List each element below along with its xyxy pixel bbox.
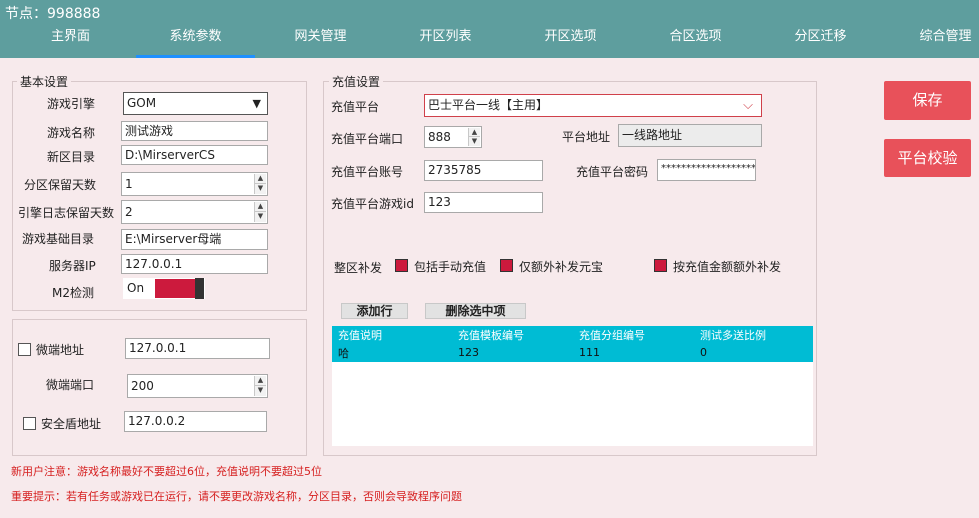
log-days-value: 2 (125, 205, 133, 219)
spin-down-icon[interactable]: ▼ (469, 137, 480, 146)
tab-general[interactable]: 综合管理 (883, 24, 979, 58)
table-header-row: 充值说明 充值模板编号 充值分组编号 测试多送比例 (332, 326, 813, 343)
add-row-button[interactable]: 添加行 (341, 303, 408, 319)
password-label: 充值平台密码 (576, 165, 649, 179)
amount-extra-checkbox[interactable] (654, 259, 667, 272)
basic-settings-panel (12, 81, 307, 311)
column-header[interactable]: 充值说明 (332, 326, 452, 343)
tab-main[interactable]: 主界面 (8, 24, 133, 58)
tab-system-params[interactable]: 系统参数 (133, 24, 258, 58)
amount-extra-label: 按充值金额额外补发 (673, 260, 782, 274)
keep-days-spinner[interactable]: ▲ ▼ (254, 174, 266, 194)
platform-addr-field[interactable]: 一线路地址 (618, 124, 762, 147)
tab-merge-options[interactable]: 合区选项 (633, 24, 758, 58)
micro-addr-checkbox[interactable] (18, 343, 31, 356)
table-cell[interactable]: 0 (694, 343, 813, 362)
chevron-down-icon: ▼ (252, 97, 261, 110)
new-user-note: 新用户注意：游戏名称最好不要超过6位，充值说明不要超过5位 (11, 465, 322, 478)
toggle-knob[interactable] (195, 278, 204, 299)
table-cell[interactable]: 哈 (332, 343, 452, 362)
micro-addr-label: 微端地址 (36, 343, 85, 357)
spin-up-icon[interactable]: ▲ (469, 128, 480, 137)
table-cell[interactable]: 123 (452, 343, 573, 362)
node-label: 节点：998888 (5, 6, 101, 22)
title-bar: 节点：998888 主界面 系统参数 网关管理 开区列表 开区选项 合区选项 分… (0, 0, 979, 58)
port-stepper[interactable]: 888 ▲ ▼ (424, 126, 482, 148)
tab-bar: 主界面 系统参数 网关管理 开区列表 开区选项 合区选项 分区迁移 综合管理 (0, 24, 979, 58)
platform-verify-button[interactable]: 平台校验 (884, 139, 971, 177)
micro-port-label: 微端端口 (46, 378, 95, 392)
shield-addr-input[interactable]: 127.0.0.2 (124, 411, 267, 432)
base-dir-input[interactable]: E:\Mirserver母端 (121, 229, 268, 250)
shield-addr-label: 安全盾地址 (41, 417, 102, 431)
new-dir-label: 新区目录 (47, 150, 96, 164)
micro-port-value: 200 (131, 379, 154, 393)
platform-addr-label: 平台地址 (562, 130, 611, 144)
manual-recharge-checkbox[interactable] (395, 259, 408, 272)
platform-value: 巴士平台一线【主用】 (428, 98, 549, 112)
platform-select[interactable]: 巴士平台一线【主用】 ⌵ (424, 94, 762, 117)
basic-settings-legend: 基本设置 (17, 73, 72, 90)
makeup-label: 整区补发 (334, 261, 383, 275)
toggle-track (155, 279, 195, 298)
tab-server-options[interactable]: 开区选项 (508, 24, 633, 58)
extra-ingot-checkbox[interactable] (500, 259, 513, 272)
tab-migration[interactable]: 分区迁移 (758, 24, 883, 58)
m2-check-label: M2检测 (52, 286, 94, 300)
micro-addr-input[interactable]: 127.0.0.1 (125, 338, 270, 359)
password-input[interactable]: ******************** (657, 159, 756, 181)
spin-up-icon[interactable]: ▲ (255, 174, 266, 184)
port-label: 充值平台端口 (331, 132, 404, 146)
port-spinner[interactable]: ▲ ▼ (468, 128, 480, 146)
spin-down-icon[interactable]: ▼ (255, 184, 266, 194)
server-ip-label: 服务器IP (49, 259, 96, 273)
shield-addr-checkbox[interactable] (23, 417, 36, 430)
log-days-spinner[interactable]: ▲ ▼ (254, 202, 266, 222)
keep-days-label: 分区保留天数 (24, 178, 97, 192)
engine-value: GOM (127, 96, 157, 110)
recharge-table: 充值说明 充值模板编号 充值分组编号 测试多送比例 哈 123 111 0 (332, 326, 813, 362)
game-name-input[interactable]: 测试游戏 (121, 121, 268, 141)
chevron-down-icon: ⌵ (743, 98, 753, 113)
account-label: 充值平台账号 (331, 165, 404, 179)
spin-up-icon[interactable]: ▲ (255, 376, 266, 386)
platform-label: 充值平台 (331, 100, 380, 114)
keep-days-value: 1 (125, 177, 133, 191)
save-button[interactable]: 保存 (884, 81, 971, 120)
spin-up-icon[interactable]: ▲ (255, 202, 266, 212)
port-value: 888 (428, 130, 451, 144)
base-dir-label: 游戏基础目录 (22, 232, 95, 246)
game-id-input[interactable]: 123 (424, 192, 543, 213)
m2-check-toggle[interactable]: On (123, 278, 205, 299)
server-ip-input[interactable]: 127.0.0.1 (121, 254, 268, 274)
column-header[interactable]: 充值模板编号 (452, 326, 573, 343)
account-input[interactable]: 2735785 (424, 160, 543, 181)
manual-recharge-label: 包括手动充值 (414, 260, 487, 274)
column-header[interactable]: 测试多送比例 (694, 326, 813, 343)
new-dir-input[interactable]: D:\MirserverCS (121, 145, 268, 165)
table-cell[interactable]: 111 (573, 343, 694, 362)
recharge-settings-legend: 充值设置 (329, 73, 384, 90)
tab-gateway[interactable]: 网关管理 (258, 24, 383, 58)
game-name-label: 游戏名称 (47, 126, 96, 140)
m2-toggle-state: On (127, 281, 145, 295)
spin-down-icon[interactable]: ▼ (255, 386, 266, 396)
log-days-stepper[interactable]: 2 ▲ ▼ (121, 200, 268, 224)
column-header[interactable]: 充值分组编号 (573, 326, 694, 343)
important-note: 重要提示：若有任务或游戏已在运行，请不要更改游戏名称，分区目录，否则会导致程序问… (11, 490, 462, 503)
game-id-label: 充值平台游戏id (331, 197, 414, 211)
micro-port-spinner[interactable]: ▲ ▼ (254, 376, 266, 396)
tab-server-list[interactable]: 开区列表 (383, 24, 508, 58)
spin-down-icon[interactable]: ▼ (255, 212, 266, 222)
table-row[interactable]: 哈 123 111 0 (332, 343, 813, 362)
keep-days-stepper[interactable]: 1 ▲ ▼ (121, 172, 268, 196)
engine-select[interactable]: GOM ▼ (123, 92, 268, 115)
extra-ingot-label: 仅额外补发元宝 (519, 260, 604, 274)
engine-label: 游戏引擎 (47, 97, 96, 111)
micro-port-stepper[interactable]: 200 ▲ ▼ (127, 374, 268, 398)
log-days-label: 引擎日志保留天数 (18, 206, 115, 220)
delete-row-button[interactable]: 删除选中项 (425, 303, 526, 319)
